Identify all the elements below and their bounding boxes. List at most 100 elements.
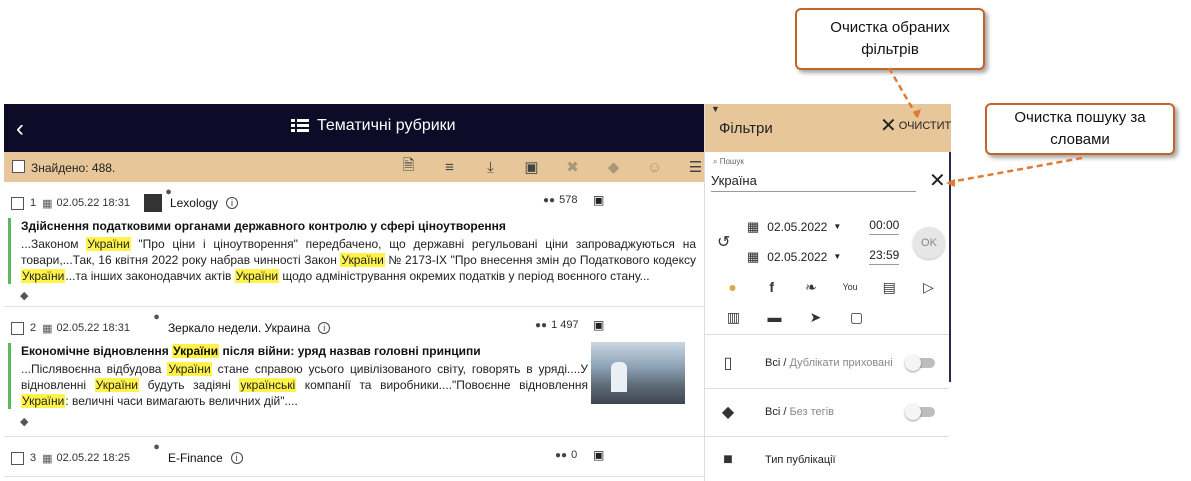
history-icon[interactable]: ↺ — [717, 232, 730, 252]
callout-clear-filters: Очистка обраних фільтрів — [795, 8, 985, 70]
pin-icon[interactable]: ▼ — [711, 104, 720, 114]
twitter-icon[interactable]: ❧ — [791, 277, 830, 297]
search-highlight: України — [167, 362, 212, 376]
top-bar: ‹ Тематичні рубрики — [4, 104, 704, 152]
info-icon[interactable]: i — [225, 197, 238, 209]
preview-icon[interactable]: ▣ — [593, 193, 604, 207]
clear-filters-label: очистити — [898, 120, 951, 132]
preview-icon[interactable]: ▣ — [593, 318, 604, 332]
web-icon[interactable]: ● — [713, 277, 752, 297]
item-headline[interactable]: Здійснення податковими органами державно… — [21, 218, 696, 234]
apply-dates-button[interactable]: OK — [913, 227, 945, 259]
youtube-icon[interactable]: You — [831, 277, 870, 297]
date-from-row: ▦ 02.05.2022 ▼ 00:00 — [747, 218, 900, 235]
scrollbar[interactable] — [949, 152, 951, 382]
tags-label: Всі / Без тегів — [765, 406, 834, 418]
source-name[interactable]: Lexology — [170, 196, 218, 210]
instagram-icon[interactable]: ▢ — [836, 307, 877, 327]
item-number: 2 — [30, 322, 37, 334]
source-name[interactable]: E-Finance — [168, 451, 223, 465]
tag-icon[interactable]: ◆ — [20, 415, 28, 428]
found-count: Знайдено: 488. — [31, 161, 116, 175]
lines-icon[interactable]: ≡ — [429, 157, 470, 177]
duplicates-icon: ▯ — [723, 355, 733, 372]
search-highlight: України — [340, 253, 385, 267]
newspaper-icon[interactable]: ▤ — [870, 277, 909, 297]
item-thumbnail[interactable] — [591, 342, 685, 404]
source-logo: ● — [144, 441, 164, 467]
tags-filter[interactable]: ◆ Всі / Без тегів — [705, 397, 949, 427]
radio-icon[interactable]: ▥ — [713, 307, 754, 327]
date-to-value[interactable]: 02.05.2022 — [767, 250, 827, 264]
source-types-row-2: ▥ ▬ ➤ ▢ — [713, 307, 948, 327]
chevron-down-icon[interactable]: ▼ — [833, 252, 841, 261]
document-icon[interactable]: 🗎 — [388, 157, 429, 177]
clear-filters-button[interactable]: ✕ очистити — [880, 115, 951, 137]
publication-type-filter[interactable]: ■ Тип публікації — [705, 445, 949, 475]
save-icon[interactable]: ▣ — [511, 157, 552, 177]
select-all-checkbox[interactable] — [12, 160, 25, 173]
audience-reach: ●● 1 497 — [535, 319, 579, 331]
list-item[interactable]: 2 ▦ 02.05.22 18:31 ● Зеркало недели. Укр… — [4, 307, 704, 437]
preview-icon[interactable]: ▣ — [593, 448, 604, 462]
date-from-value[interactable]: 02.05.2022 — [767, 220, 827, 234]
back-icon[interactable]: ‹ — [16, 115, 24, 143]
filter-panel: ▼ Фільтри ✕ очистити ⌕ Пошук ✕ ↺ ▦ 02.05… — [704, 104, 951, 481]
duplicates-sub: Дублікати приховані — [789, 357, 893, 369]
chevron-down-icon[interactable]: ▼ — [833, 222, 841, 231]
item-headline[interactable]: Економічне відновлення України після вій… — [21, 343, 588, 359]
duplicates-toggle[interactable] — [905, 355, 935, 371]
callout-clear-search-text: Очистка пошуку за словами — [1014, 109, 1146, 148]
time-to-value[interactable]: 23:59 — [869, 248, 900, 265]
item-meta: 1 ▦ 02.05.22 18:31 ● Lexology i ●● 578 ▣ — [11, 186, 611, 212]
item-body: Економічне відновлення України після вій… — [8, 343, 588, 409]
source-name[interactable]: Зеркало недели. Украина — [168, 321, 310, 335]
duplicates-label: Всі / Дублікати приховані — [765, 357, 893, 369]
tv-icon[interactable]: ▷ — [909, 277, 948, 297]
item-date: 02.05.22 18:25 — [56, 452, 130, 464]
clear-search-icon[interactable]: ✕ — [929, 168, 946, 193]
tag-icon[interactable]: ◆ — [20, 289, 28, 302]
results-toolbar: Знайдено: 488. 🗎 ≡ ⤓ ▣ ✖ ◆ ☺ ☰ — [4, 152, 704, 182]
list-item[interactable]: 3 ▦ 02.05.22 18:25 ● E-Finance i ●● 0 ▣ — [4, 437, 704, 477]
search-highlight: України — [21, 269, 66, 283]
audience-value: 1 497 — [551, 319, 579, 331]
telegram-icon[interactable]: ➤ — [795, 307, 836, 327]
page-title: Тематичні рубрики — [291, 117, 456, 135]
time-from-value[interactable]: 00:00 — [869, 218, 900, 235]
main-area: ‹ Тематичні рубрики Знайдено: 488. 🗎 ≡ ⤓… — [4, 104, 704, 481]
search-input[interactable] — [711, 170, 916, 192]
smile-icon[interactable]: ☺ — [634, 157, 675, 177]
calendar-icon[interactable]: ▦ — [747, 249, 759, 265]
item-checkbox[interactable] — [11, 196, 24, 210]
calendar-icon[interactable]: ▦ — [747, 219, 759, 235]
download-icon[interactable]: ⤓ — [470, 157, 511, 177]
tags-toggle[interactable] — [905, 404, 935, 420]
globe-icon: ● — [153, 441, 160, 453]
people-icon: ●● — [543, 195, 556, 206]
divider — [705, 436, 949, 437]
list-item[interactable]: 1 ▦ 02.05.22 18:31 ● Lexology i ●● 578 ▣ … — [4, 182, 704, 307]
publication-type-label: Тип публікації — [765, 454, 836, 466]
info-icon[interactable]: i — [318, 322, 331, 334]
item-checkbox[interactable] — [11, 451, 24, 465]
delete-icon[interactable]: ✖ — [552, 157, 593, 177]
tag-icon[interactable]: ◆ — [593, 157, 634, 177]
item-meta: 2 ▦ 02.05.22 18:31 ● Зеркало недели. Укр… — [11, 311, 611, 337]
close-icon: ✕ — [880, 115, 897, 137]
duplicates-main: Всі — [765, 357, 781, 369]
audience-value: 0 — [571, 449, 578, 461]
duplicates-filter[interactable]: ▯ Всі / Дублікати приховані — [705, 348, 949, 378]
facebook-icon[interactable]: f — [752, 277, 791, 297]
item-number: 3 — [30, 452, 37, 464]
forum-icon[interactable]: ▬ — [754, 307, 795, 327]
item-checkbox[interactable] — [11, 321, 24, 335]
callout-clear-filters-text: Очистка обраних фільтрів — [830, 19, 950, 58]
item-snippet: ...Післявоєнна відбудова України стане с… — [21, 362, 588, 408]
search-highlight: українські — [239, 378, 297, 392]
date-to-row: ▦ 02.05.2022 ▼ 23:59 — [747, 248, 900, 265]
divider — [705, 388, 949, 389]
info-icon[interactable]: i — [230, 452, 243, 464]
tag-icon: ◆ — [721, 404, 735, 421]
toolbar-actions: 🗎 ≡ ⤓ ▣ ✖ ◆ ☺ ☰ — [388, 157, 716, 177]
